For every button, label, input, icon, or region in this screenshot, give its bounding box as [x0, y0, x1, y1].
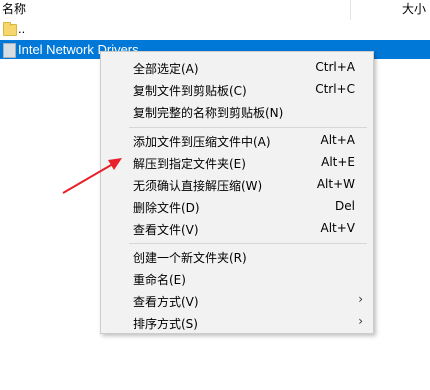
menu-item-view-file[interactable]: 查看文件(V) Alt+V — [101, 217, 373, 239]
menu-item-view-mode[interactable]: 查看方式(V) › — [101, 289, 373, 311]
menu-item-label: 重命名(E) — [133, 273, 186, 287]
menu-item-shortcut: Alt+V — [320, 221, 355, 235]
file-icon — [3, 43, 16, 58]
menu-item-label: 解压到指定文件夹(E) — [133, 157, 246, 171]
chevron-right-icon: › — [358, 292, 363, 306]
chevron-right-icon: › — [358, 314, 363, 328]
menu-item-copy-files[interactable]: 复制文件到剪贴板(C) Ctrl+C — [101, 78, 373, 100]
menu-item-shortcut: Alt+W — [316, 177, 355, 191]
menu-item-label: 全部选定(A) — [133, 62, 199, 76]
menu-item-label: 查看方式(V) — [133, 295, 199, 309]
menu-item-label: 排序方式(S) — [133, 317, 198, 331]
menu-item-shortcut: Ctrl+C — [315, 82, 355, 96]
menu-item-shortcut: Del — [335, 199, 355, 213]
menu-item-extract-to-folder[interactable]: 解压到指定文件夹(E) Alt+E — [101, 151, 373, 173]
menu-item-delete-files[interactable]: 删除文件(D) Del — [101, 195, 373, 217]
menu-item-add-to-archive[interactable]: 添加文件到压缩文件中(A) Alt+A — [101, 129, 373, 151]
column-header-size[interactable]: 大小 — [402, 0, 426, 18]
menu-item-label: 复制文件到剪贴板(C) — [133, 84, 247, 98]
context-menu: 全部选定(A) Ctrl+A 复制文件到剪贴板(C) Ctrl+C 复制完整的名… — [100, 51, 374, 334]
menu-item-shortcut: Alt+A — [320, 133, 355, 147]
menu-item-extract-without-confirm[interactable]: 无须确认直接解压缩(W) Alt+W — [101, 173, 373, 195]
menu-item-shortcut: Ctrl+A — [315, 60, 355, 74]
menu-item-label: 创建一个新文件夹(R) — [133, 251, 247, 265]
menu-item-label: 复制完整的名称到剪贴板(N) — [133, 106, 284, 120]
column-header-name[interactable]: 名称 — [2, 0, 351, 20]
menu-item-label: 删除文件(D) — [133, 201, 200, 215]
menu-separator — [129, 243, 367, 244]
menu-item-label: 查看文件(V) — [133, 223, 199, 237]
menu-item-rename[interactable]: 重命名(E) — [101, 267, 373, 289]
menu-item-label: 添加文件到压缩文件中(A) — [133, 135, 271, 149]
menu-item-shortcut: Alt+E — [321, 155, 355, 169]
menu-item-label: 无须确认直接解压缩(W) — [133, 179, 263, 193]
list-item-parent-folder[interactable]: .. — [0, 19, 430, 38]
menu-separator — [129, 127, 367, 128]
menu-item-sort-by[interactable]: 排序方式(S) › — [101, 311, 373, 333]
menu-item-copy-full-name[interactable]: 复制完整的名称到剪贴板(N) — [101, 100, 373, 122]
list-item-label: .. — [18, 21, 26, 36]
folder-icon — [3, 22, 17, 36]
file-list-header: 名称 大小 — [0, 0, 430, 20]
menu-item-select-all[interactable]: 全部选定(A) Ctrl+A — [101, 56, 373, 78]
menu-item-new-folder[interactable]: 创建一个新文件夹(R) — [101, 245, 373, 267]
